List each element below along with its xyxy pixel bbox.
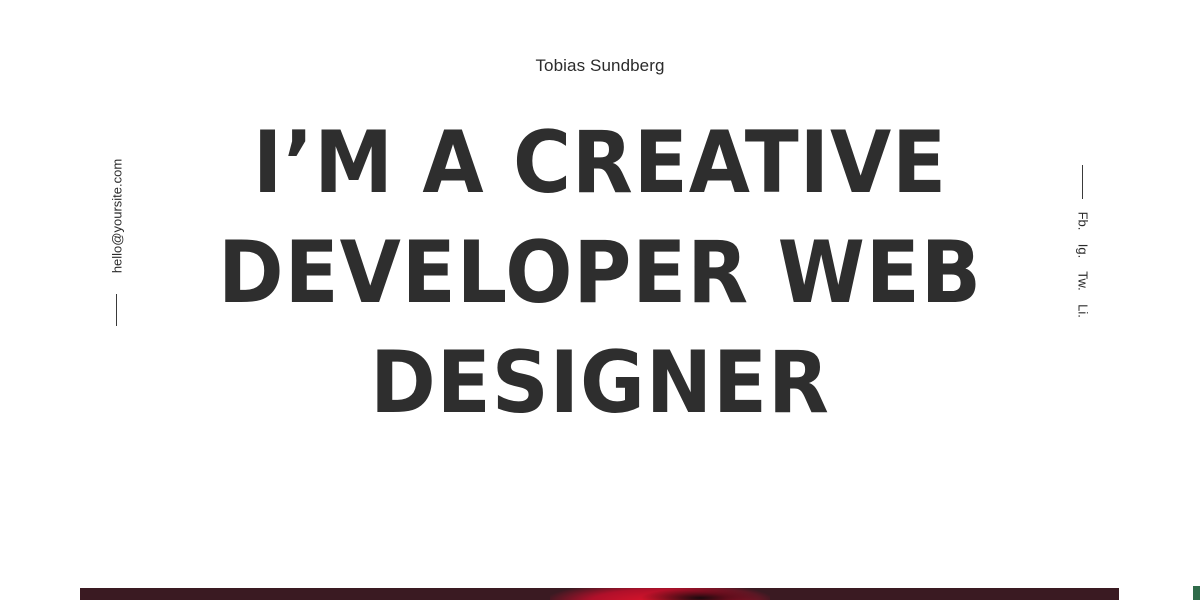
social-links: Fb. Ig. Tw. Li. (1075, 211, 1091, 331)
social-link-facebook[interactable]: Fb. (1075, 211, 1091, 241)
social-link-twitter[interactable]: Tw. (1075, 271, 1091, 301)
contact-rail: hello@yoursite.com (100, 150, 134, 330)
right-divider (1082, 165, 1083, 199)
social-link-instagram[interactable]: Ig. (1075, 241, 1091, 271)
social-link-label: Ig. (1075, 243, 1091, 259)
left-divider (116, 294, 117, 326)
portfolio-page: Tobias Sundberg I’M A CREATIVE DEVELOPER… (0, 0, 1200, 600)
hero-image (80, 588, 1119, 600)
hero-line-2: DEVELOPER WEB (218, 223, 982, 323)
hero-image-shadow (640, 588, 760, 600)
social-link-label: Li. (1075, 304, 1091, 318)
hero-line-1: I’M A CREATIVE (252, 113, 948, 213)
social-link-linkedin[interactable]: Li. (1075, 301, 1091, 331)
edge-marker (1193, 586, 1200, 600)
hero-line-3: DESIGNER (370, 333, 830, 433)
social-link-label: Tw. (1075, 271, 1091, 291)
social-link-label: Fb. (1075, 211, 1091, 231)
email-link[interactable]: hello@yoursite.com (110, 159, 125, 273)
hero-headline: I’M A CREATIVE DEVELOPER WEB DESIGNER (0, 108, 1200, 438)
social-rail: Fb. Ig. Tw. Li. (1066, 165, 1100, 325)
site-name-link[interactable]: Tobias Sundberg (0, 56, 1200, 76)
